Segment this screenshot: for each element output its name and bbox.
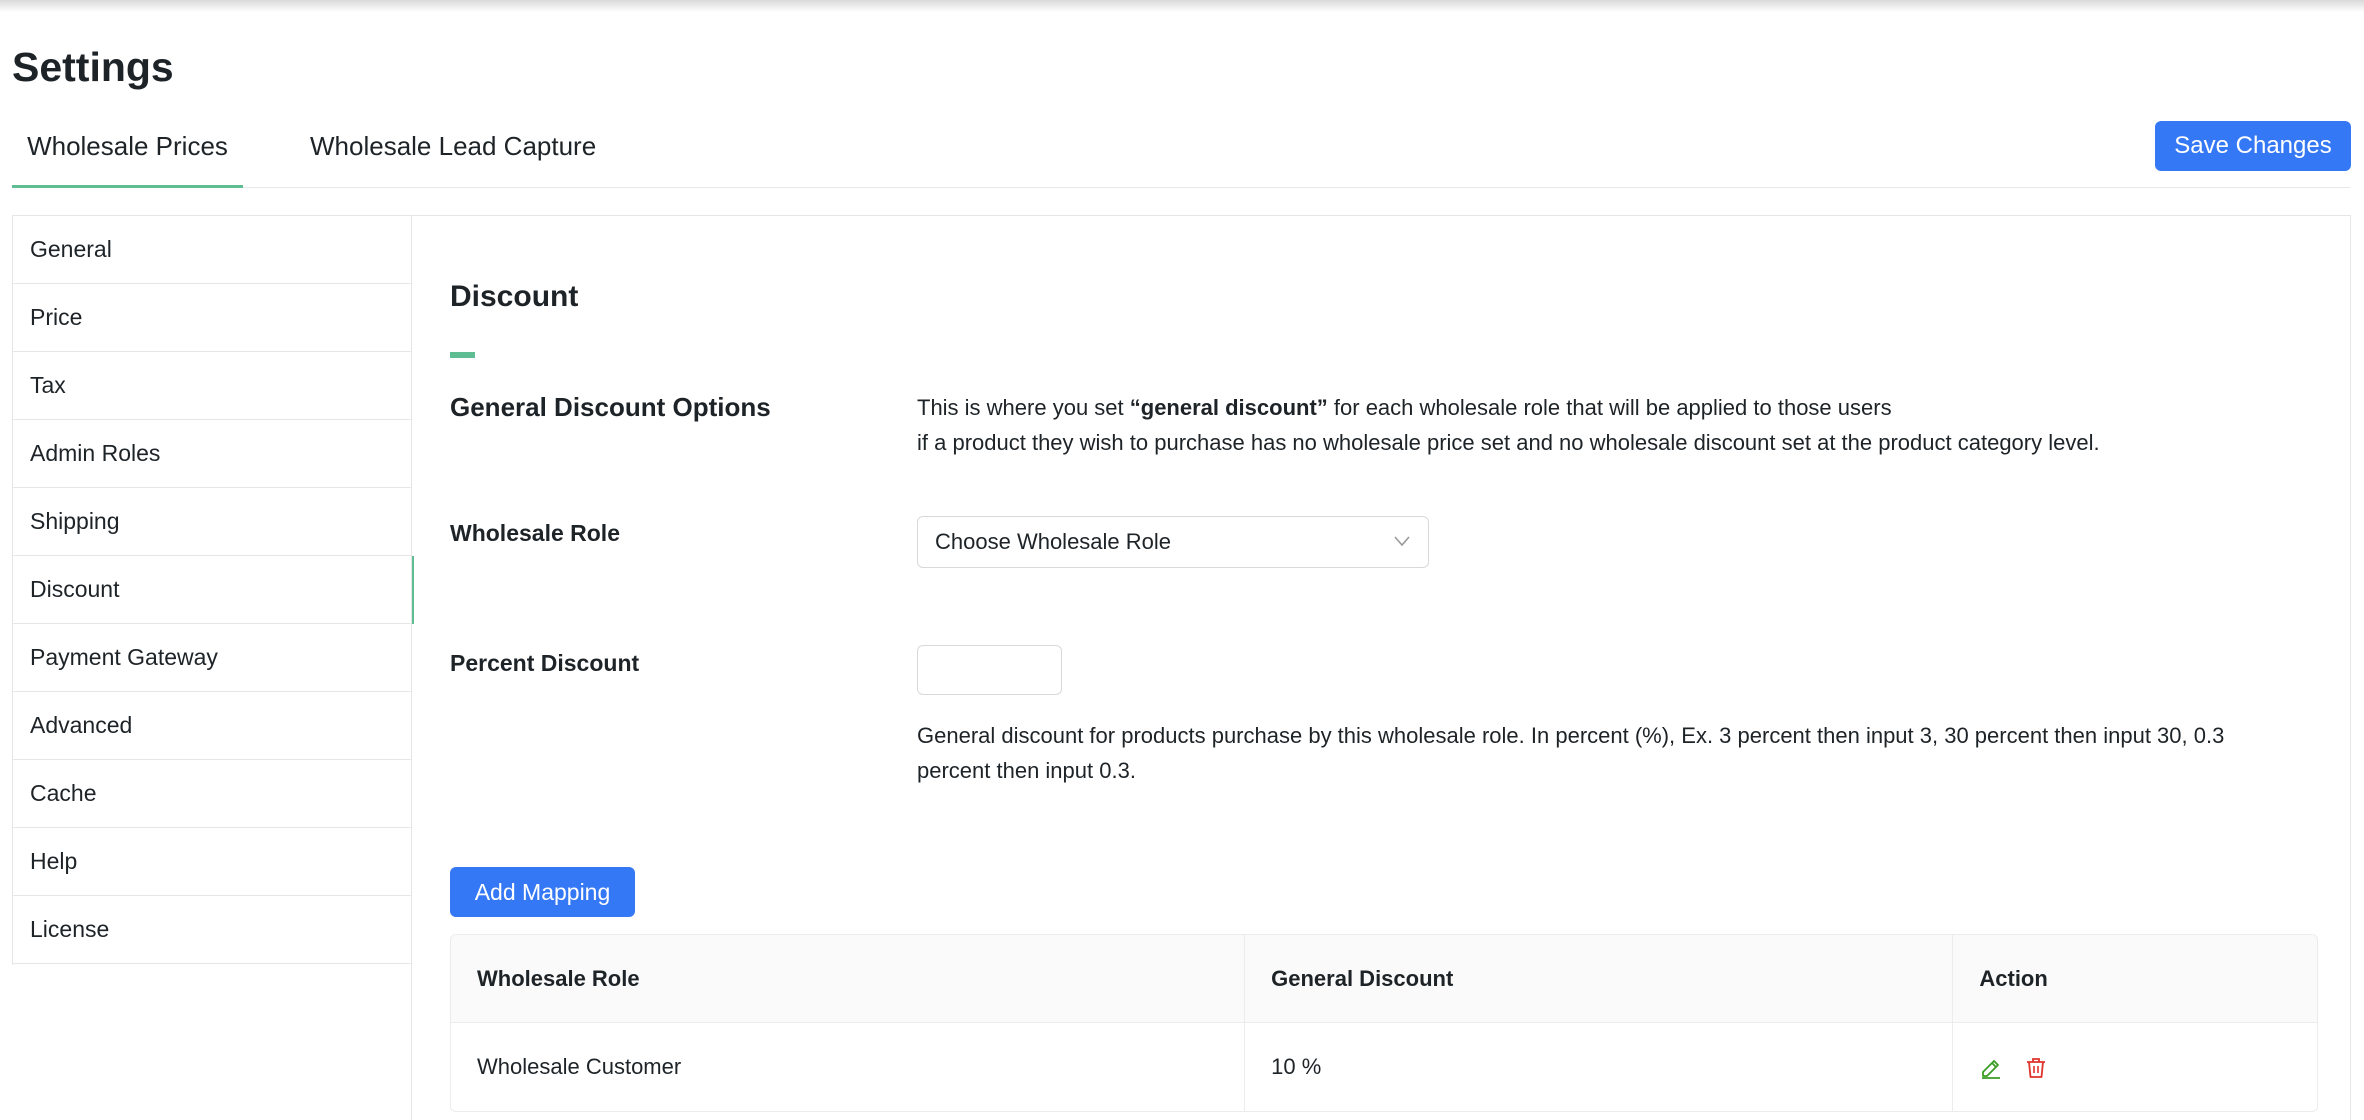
percent-discount-help: General discount for products purchase b… (917, 718, 2224, 788)
settings-tabs: Wholesale Prices Wholesale Lead Capture (12, 118, 2350, 188)
section-title-underline (450, 352, 475, 358)
sidebar-item-payment-gateway[interactable]: Payment Gateway (13, 624, 412, 692)
discount-mapping-table: Wholesale Role General Discount Action W… (450, 934, 2318, 1112)
cell-wholesale-role: Wholesale Customer (451, 1023, 1246, 1111)
sidebar-item-discount[interactable]: Discount (13, 556, 414, 624)
cell-action (1953, 1023, 2317, 1111)
column-header-wholesale-role: Wholesale Role (451, 935, 1246, 1023)
general-discount-description-line2: if a product they wish to purchase has n… (917, 430, 2100, 455)
desc-suffix: for each wholesale role that will be app… (1327, 395, 1892, 420)
cell-general-discount: 10 % (1245, 1023, 1954, 1111)
page-title: Settings (12, 44, 174, 90)
wholesale-role-selected-value: Choose Wholesale Role (935, 529, 1172, 554)
trash-icon[interactable] (2024, 1056, 2048, 1080)
table-header-row: Wholesale Role General Discount Action (451, 935, 2317, 1023)
desc-bold: “general discount” (1129, 395, 1328, 420)
percent-discount-help-line1: General discount for products purchase b… (917, 723, 2225, 748)
sidebar-item-general[interactable]: General (13, 216, 412, 284)
sidebar-item-help[interactable]: Help (13, 828, 412, 896)
wholesale-role-select[interactable]: Choose Wholesale Role (917, 516, 1429, 568)
sidebar-item-cache[interactable]: Cache (13, 760, 412, 828)
settings-content: Discount General Discount Options This i… (411, 215, 2351, 1120)
percent-discount-help-line2: percent then input 0.3. (917, 758, 1136, 783)
chevron-down-icon (1394, 536, 1410, 547)
general-discount-options-label: General Discount Options (450, 392, 771, 422)
section-title: Discount (450, 280, 579, 313)
add-mapping-button[interactable]: Add Mapping (450, 867, 635, 917)
tab-wholesale-lead-capture[interactable]: Wholesale Lead Capture (310, 118, 610, 188)
sidebar-item-advanced[interactable]: Advanced (13, 692, 412, 760)
pencil-icon[interactable] (1979, 1056, 2003, 1080)
column-header-general-discount: General Discount (1245, 935, 1954, 1023)
wholesale-role-label: Wholesale Role (450, 520, 620, 546)
percent-discount-input[interactable] (917, 645, 1062, 695)
save-changes-button[interactable]: Save Changes (2155, 121, 2351, 171)
general-discount-description: This is where you set “general discount”… (917, 390, 2100, 460)
percent-discount-label: Percent Discount (450, 650, 640, 676)
sidebar-item-tax[interactable]: Tax (13, 352, 412, 420)
sidebar-item-shipping[interactable]: Shipping (13, 488, 412, 556)
tab-wholesale-prices[interactable]: Wholesale Prices (12, 118, 243, 188)
sidebar-item-price[interactable]: Price (13, 284, 412, 352)
table-row: Wholesale Customer 10 % (451, 1023, 2317, 1111)
general-discount-description-line1: This is where you set “general discount”… (917, 390, 2100, 425)
top-shadow (0, 0, 2364, 12)
sidebar-item-license[interactable]: License (13, 896, 412, 964)
column-header-action: Action (1979, 966, 2048, 991)
desc-prefix: This is where you set (917, 395, 1130, 420)
settings-sidebar: General Price Tax Admin Roles Shipping D… (12, 215, 414, 965)
sidebar-item-admin-roles[interactable]: Admin Roles (13, 420, 412, 488)
